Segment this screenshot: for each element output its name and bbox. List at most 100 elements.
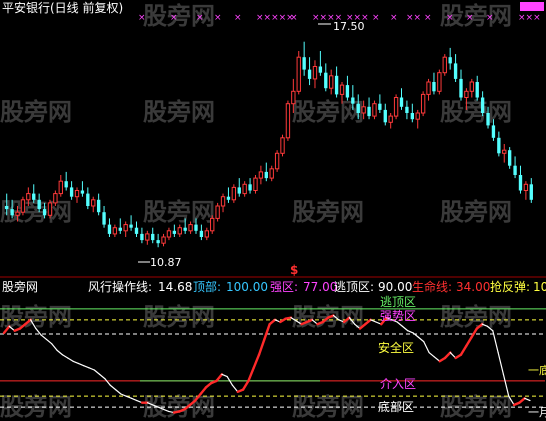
candle-body <box>145 233 150 241</box>
svg-text:×: × <box>138 13 146 23</box>
candle-body <box>523 183 529 192</box>
indicator-source: 股旁网 <box>2 279 38 294</box>
candle-body <box>5 206 9 210</box>
candle-body <box>102 212 106 225</box>
indicator-segment <box>465 336 473 348</box>
watermark-text: 股旁网 <box>143 98 215 126</box>
candle-body <box>10 209 14 216</box>
indicator-segment <box>61 354 69 359</box>
indicator-value: 14.68 <box>158 280 192 294</box>
candle-body <box>166 230 172 238</box>
svg-text:×: × <box>446 13 454 23</box>
indicator-segment <box>72 360 79 365</box>
watermark-text: 股旁网 <box>440 303 512 331</box>
indicator-segment <box>263 322 271 341</box>
candle-body <box>199 230 204 237</box>
candle-body <box>329 75 334 89</box>
candle-body <box>15 211 20 216</box>
candle-body <box>269 168 274 179</box>
rebound-value: 10 <box>533 280 546 294</box>
rebound-label: 抢反弹: <box>490 279 530 294</box>
candle-body <box>42 209 47 216</box>
indicator-segment <box>104 378 111 386</box>
candle-body <box>339 84 345 95</box>
candle-body <box>420 93 426 114</box>
candle-body <box>502 149 507 154</box>
corner-marker <box>520 2 544 11</box>
indicator-segment <box>231 384 239 393</box>
candle-body <box>37 199 41 210</box>
svg-text:×: × <box>290 13 298 23</box>
candle-body <box>399 97 404 107</box>
candle-body <box>464 90 469 99</box>
indicator-segment <box>364 318 372 326</box>
watermark-text: 股旁网 <box>440 198 512 226</box>
indicator-segment <box>67 357 74 362</box>
indicator-segment <box>88 367 95 371</box>
candle-body <box>112 227 118 235</box>
svg-text:×: × <box>466 13 474 23</box>
candle-body <box>107 224 112 234</box>
candle-body <box>26 193 31 201</box>
indicator-name: 风行操作线: <box>88 279 152 294</box>
watermark-text: 股旁网 <box>143 198 215 226</box>
zone-safe-label: 安全区 <box>378 340 414 355</box>
watermark-text: 股旁网 <box>0 98 72 126</box>
indicator-segment <box>518 397 526 404</box>
candle-body <box>497 137 501 154</box>
svg-text:×: × <box>486 13 494 23</box>
zone-strong-label: 强势区 <box>380 309 416 323</box>
indicator-segment <box>83 365 90 369</box>
candle-body <box>58 180 63 195</box>
candle-body <box>194 224 198 231</box>
candle-body <box>226 196 231 200</box>
indicator-segment <box>423 341 430 354</box>
indicator-segment <box>40 334 48 341</box>
candle-body <box>86 193 90 206</box>
indicator-segment <box>51 343 58 351</box>
watermark-text: 股旁网 <box>0 303 72 331</box>
candle-body <box>432 82 436 92</box>
candle-body <box>118 227 122 231</box>
candle-body <box>285 103 291 139</box>
svg-text:×××: ××× <box>518 13 541 23</box>
indicator-segment <box>130 397 138 402</box>
candle-body <box>480 97 485 113</box>
indicator-segment <box>109 384 117 391</box>
candle-body <box>437 72 442 92</box>
candle-body <box>442 56 447 74</box>
candle-body <box>296 56 301 92</box>
svg-text:×: × <box>170 13 178 23</box>
candle-body <box>307 69 312 79</box>
svg-text:×: × <box>390 13 398 23</box>
lifeline-value: 34.00 <box>456 280 490 294</box>
candle-body <box>134 227 139 234</box>
right-edge-mark: 一月 <box>528 406 546 419</box>
svg-text:×: × <box>214 13 222 23</box>
candle-body <box>253 177 258 192</box>
indicator-segment <box>257 338 266 356</box>
candle-body <box>356 103 360 113</box>
indicator-segment <box>114 389 122 395</box>
candle-body <box>188 224 193 232</box>
svg-text:××: ×× <box>406 13 421 23</box>
candle-body <box>231 186 237 201</box>
candle-body <box>47 202 53 216</box>
candle-body <box>220 196 226 207</box>
right-edge-mark: 一底 <box>528 363 546 377</box>
top-label: 顶部: <box>193 279 221 294</box>
watermark-text: 股旁网 <box>143 2 215 30</box>
indicator-segment <box>268 318 277 326</box>
indicator-segment <box>93 369 101 375</box>
candle-body <box>80 190 85 194</box>
stock-chart-screen: 股旁网 股旁网 股旁网 股旁网 股旁网 股旁网 股旁网 股旁网 股旁网 股旁网 … <box>0 0 546 421</box>
candle-body <box>177 227 182 235</box>
candle-body <box>507 150 512 166</box>
indicator-segment <box>45 338 53 345</box>
candle-body <box>410 113 414 120</box>
chart-canvas[interactable]: 股旁网 股旁网 股旁网 股旁网 股旁网 股旁网 股旁网 股旁网 股旁网 股旁网 … <box>0 0 546 421</box>
candle-body <box>361 106 366 114</box>
candle-body <box>312 66 318 80</box>
indicator-segment <box>497 351 505 375</box>
watermark-text: 股旁网 <box>440 98 512 126</box>
